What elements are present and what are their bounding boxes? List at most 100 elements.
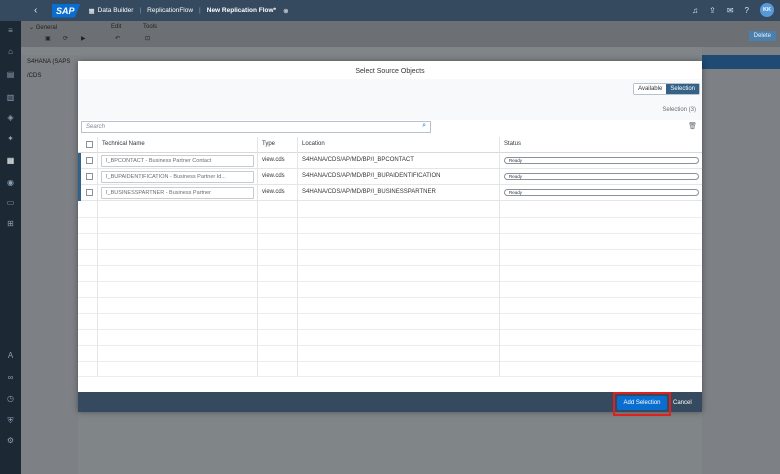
search-input[interactable]: Search ⌕ <box>81 121 431 133</box>
search-icon[interactable]: ⌕ <box>422 122 426 130</box>
column-status[interactable]: Status <box>500 137 702 153</box>
dashboard-icon[interactable]: ◷ <box>0 394 21 403</box>
status-cell: Ready <box>500 153 702 169</box>
row-checkbox[interactable] <box>86 157 93 164</box>
row-checkbox-cell <box>78 169 98 185</box>
search-placeholder: Search <box>86 124 106 130</box>
shell-actions: ♫ ⇪ ✉ ? KK <box>692 3 774 17</box>
table-row[interactable]: I_BUSINESSPARTNER - Business Partner vie… <box>78 185 702 201</box>
editor-toolbar: ⌄ General Edit Tools ▣ ⟳ ▶ ↶ ⊡ <box>21 21 780 47</box>
help-icon[interactable]: ? <box>745 6 749 15</box>
properties-header <box>702 55 780 69</box>
back-icon[interactable]: ‹ <box>34 5 48 16</box>
sap-logo[interactable]: SAP <box>52 3 81 18</box>
dialog-footer <box>78 392 702 412</box>
breadcrumb-separator: | <box>139 7 142 14</box>
run-icon[interactable]: ▶ <box>81 35 86 42</box>
tab-available[interactable]: Available <box>634 84 667 94</box>
avatar[interactable]: KK <box>760 3 774 17</box>
breadcrumb-separator: | <box>199 7 201 14</box>
analytics-icon[interactable]: A <box>0 351 21 360</box>
column-location[interactable]: Location <box>298 137 500 153</box>
toolbar-group-tools: Tools <box>143 24 158 30</box>
column-type[interactable]: Type <box>258 137 298 153</box>
status-cell: Ready <box>500 169 702 185</box>
monitor-icon[interactable]: ⊞ <box>0 219 21 228</box>
grid-line <box>78 313 702 314</box>
select-all-checkbox[interactable] <box>86 141 93 148</box>
home-icon[interactable]: ⌂ <box>0 47 21 56</box>
integration-icon[interactable]: ◉ <box>0 178 21 187</box>
grid-line <box>78 249 702 250</box>
view-toggle: Available Selection <box>633 83 700 95</box>
share-icon[interactable]: ⇪ <box>709 6 716 15</box>
table-row[interactable]: I_BUPAIDENTIFICATION - Business Partner … <box>78 169 702 185</box>
location-cell: S4HANA/CDS/AP/MD/BP/I_BUSINESSPARTNER <box>298 185 500 201</box>
grid-line <box>78 217 702 218</box>
side-navigation: ≡ ⌂ ▤ ▥ ◈ ✦ ▦ ◉ ▭ ⊞ A ∞ ◷ ⛨ ⚙ <box>0 21 21 474</box>
data-builder-icon: ▦ <box>88 7 95 15</box>
location-cell: S4HANA/CDS/AP/MD/BP/I_BPCONTACT <box>298 153 500 169</box>
grid-line <box>78 297 702 298</box>
add-selection-button[interactable]: Add Selection <box>617 396 667 410</box>
space-icon[interactable]: ▭ <box>0 198 21 207</box>
dialog-title: Select Source Objects <box>355 68 425 75</box>
row-checkbox[interactable] <box>86 189 93 196</box>
toolbar-group-general: ⌄ General <box>29 25 58 31</box>
save-icon[interactable]: ▣ <box>45 35 51 42</box>
dialog-subheader <box>78 79 702 120</box>
toolbar-group-edit: Edit <box>111 24 122 30</box>
repository-icon[interactable]: ▤ <box>0 70 21 79</box>
status-badge: Ready <box>504 173 699 180</box>
grid-line <box>78 345 702 346</box>
delete-button[interactable]: Delete <box>748 31 776 41</box>
grid-line <box>78 233 702 234</box>
status-cell: Ready <box>500 185 702 201</box>
cancel-button[interactable]: Cancel <box>673 396 692 410</box>
status-badge: Ready <box>504 189 699 196</box>
status-badge: Ready <box>504 157 699 164</box>
type-cell: view.cds <box>258 185 298 201</box>
source-panel: S4HANA (SAPS /CDS <box>21 55 78 474</box>
catalog-icon[interactable]: ▥ <box>0 93 21 102</box>
feedback-icon[interactable]: ✉ <box>727 6 734 15</box>
grid-line <box>78 361 702 362</box>
menu-icon[interactable]: ≡ <box>0 26 21 35</box>
connections-icon[interactable]: ◈ <box>0 113 21 122</box>
tab-selection[interactable]: Selection <box>666 84 699 94</box>
name-cell: I_BUPAIDENTIFICATION - Business Partner … <box>98 169 258 185</box>
business-builder-icon[interactable]: ✦ <box>0 134 21 143</box>
grid-line <box>78 376 702 377</box>
link-icon[interactable]: ∞ <box>0 373 21 382</box>
data-builder-icon[interactable]: ▦ <box>0 156 21 165</box>
shell-bar: ‹ SAP ▦ Data Builder | ReplicationFlow |… <box>0 0 780 21</box>
table-row[interactable]: I_BPCONTACT - Business Partner Contact v… <box>78 153 702 169</box>
trash-icon[interactable]: 🗑 <box>688 122 697 130</box>
settings-icon[interactable]: ⚙ <box>0 436 21 445</box>
breadcrumb-data-builder[interactable]: Data Builder <box>98 7 134 14</box>
tool-icon[interactable]: ⊡ <box>145 35 150 42</box>
grid-line <box>78 281 702 282</box>
selection-table: Technical Name Type Location Status I_BP… <box>78 137 702 377</box>
technical-name-field: I_BPCONTACT - Business Partner Contact <box>101 155 254 167</box>
breadcrumb-current: New Replication Flow* <box>206 7 277 14</box>
source-connection[interactable]: S4HANA (SAPS <box>21 55 78 69</box>
undo-icon[interactable]: ↶ <box>115 35 120 42</box>
close-tab-icon[interactable]: ⊗ <box>283 7 288 15</box>
location-cell: S4HANA/CDS/AP/MD/BP/I_BUPAIDENTIFICATION <box>298 169 500 185</box>
type-cell: view.cds <box>258 153 298 169</box>
deploy-icon[interactable]: ⟳ <box>63 35 68 42</box>
technical-name-field: I_BUSINESSPARTNER - Business Partner <box>101 187 254 199</box>
column-technical-name[interactable]: Technical Name <box>98 137 258 153</box>
grid-line <box>78 329 702 330</box>
row-checkbox[interactable] <box>86 173 93 180</box>
name-cell: I_BPCONTACT - Business Partner Contact <box>98 153 258 169</box>
select-source-objects-dialog: Select Source Objects Available Selectio… <box>78 61 702 416</box>
source-container[interactable]: /CDS <box>21 69 78 83</box>
breadcrumb-replication-flow[interactable]: ReplicationFlow <box>147 7 193 14</box>
row-checkbox-cell <box>78 153 98 169</box>
notification-icon[interactable]: ♫ <box>692 6 698 15</box>
security-icon[interactable]: ⛨ <box>0 416 21 426</box>
selection-count: Selection (3) <box>662 107 696 113</box>
grid-line <box>78 265 702 266</box>
